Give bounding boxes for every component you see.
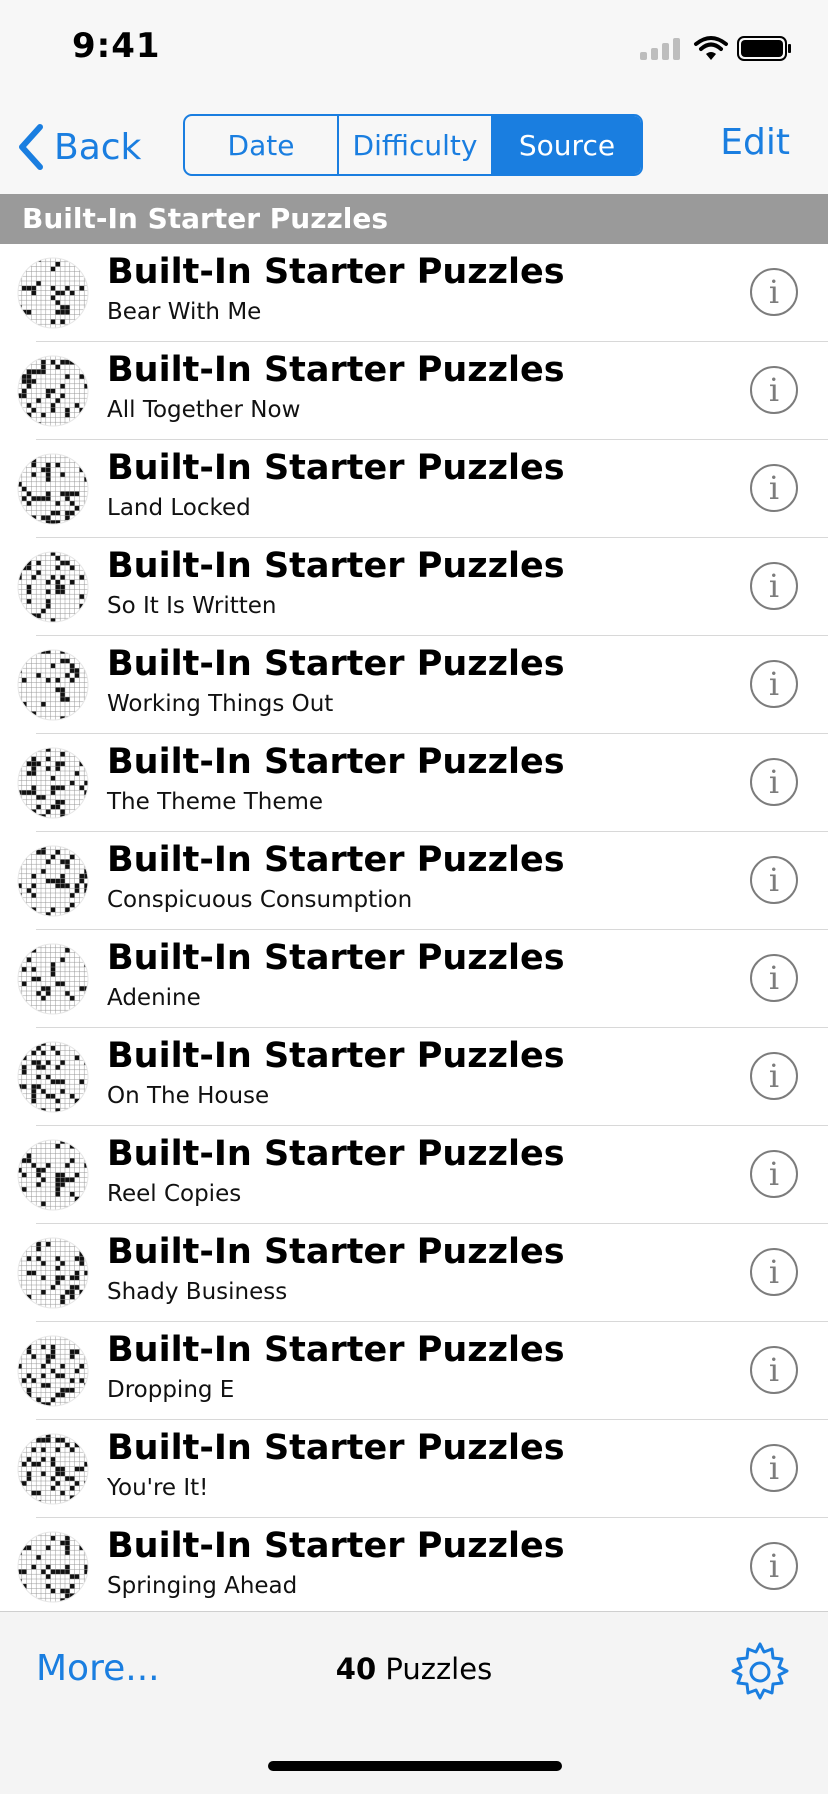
puzzle-subtitle: On The House [107, 1083, 270, 1109]
crossword-grid-icon [17, 1237, 89, 1309]
puzzle-row[interactable]: Built-In Starter Puzzles Shady Business i [17, 1224, 828, 1322]
gear-icon[interactable] [728, 1640, 792, 1704]
back-label: Back [54, 126, 142, 168]
status-icons [640, 36, 791, 61]
crossword-grid-icon [17, 747, 89, 819]
section-header: Built-In Starter Puzzles [0, 194, 828, 244]
puzzle-row[interactable]: Built-In Starter Puzzles Reel Copies i [17, 1126, 828, 1224]
info-icon[interactable]: i [750, 856, 798, 904]
puzzle-row[interactable]: Built-In Starter Puzzles Conspicuous Cons… [17, 832, 828, 930]
puzzle-count-label: Puzzles [376, 1652, 493, 1686]
puzzle-row[interactable]: Built-In Starter Puzzles You're It! i [17, 1420, 828, 1518]
puzzle-subtitle: Working Things Out [107, 691, 334, 717]
edit-button[interactable]: Edit [720, 122, 790, 163]
info-icon[interactable]: i [750, 268, 798, 316]
cellular-signal-icon [640, 38, 680, 60]
puzzle-row[interactable]: Built-In Starter Puzzles Adenine i [17, 930, 828, 1028]
puzzle-subtitle: Adenine [107, 985, 201, 1011]
puzzle-title: Built-In Starter Puzzles [107, 448, 565, 488]
info-icon[interactable]: i [750, 1248, 798, 1296]
puzzle-row[interactable]: Built-In Starter Puzzles So It Is Written… [17, 538, 828, 636]
puzzle-title: Built-In Starter Puzzles [107, 1036, 565, 1076]
crossword-grid-icon [17, 1041, 89, 1113]
info-icon[interactable]: i [750, 1542, 798, 1590]
puzzle-title: Built-In Starter Puzzles [107, 350, 565, 390]
back-button[interactable]: Back [16, 122, 141, 172]
puzzle-title: Built-In Starter Puzzles [107, 742, 565, 782]
crossword-grid-icon [17, 1139, 89, 1211]
crossword-grid-icon [17, 355, 89, 427]
puzzle-title: Built-In Starter Puzzles [107, 1232, 565, 1272]
puzzle-subtitle: You're It! [107, 1475, 209, 1501]
crossword-grid-icon [17, 845, 89, 917]
puzzle-title: Built-In Starter Puzzles [107, 644, 565, 684]
puzzle-title: Built-In Starter Puzzles [107, 1526, 565, 1566]
puzzle-row[interactable]: Built-In Starter Puzzles Land Locked i [17, 440, 828, 538]
wifi-icon [694, 36, 728, 60]
info-icon[interactable]: i [750, 1444, 798, 1492]
puzzle-count-number: 40 [335, 1652, 377, 1686]
segment-date[interactable]: Date [185, 116, 337, 174]
crossword-grid-icon [17, 1335, 89, 1407]
info-icon[interactable]: i [750, 562, 798, 610]
status-bar: 9:41 [0, 0, 828, 100]
sort-segmented-control: Date Difficulty Source [183, 114, 643, 176]
info-icon[interactable]: i [750, 954, 798, 1002]
puzzle-subtitle: Conspicuous Consumption [107, 887, 413, 913]
crossword-grid-icon [17, 943, 89, 1015]
navigation-bar: Back Date Difficulty Source Edit [0, 100, 828, 194]
puzzle-row[interactable]: Built-In Starter Puzzles Springing Ahead i [17, 1518, 828, 1616]
segment-source[interactable]: Source [491, 116, 641, 174]
puzzle-title: Built-In Starter Puzzles [107, 252, 565, 292]
info-icon[interactable]: i [750, 758, 798, 806]
info-icon[interactable]: i [750, 1150, 798, 1198]
status-time: 9:41 [72, 26, 161, 66]
puzzle-title: Built-In Starter Puzzles [107, 1330, 565, 1370]
chevron-left-icon [19, 124, 43, 170]
info-icon[interactable]: i [750, 464, 798, 512]
puzzle-subtitle: Springing Ahead [107, 1573, 298, 1599]
puzzle-subtitle: So It Is Written [107, 593, 277, 619]
segment-difficulty[interactable]: Difficulty [337, 116, 491, 174]
puzzle-row[interactable]: Built-In Starter Puzzles The Theme Theme i [17, 734, 828, 832]
crossword-grid-icon [17, 649, 89, 721]
puzzle-row[interactable]: Built-In Starter Puzzles All Together Now… [17, 342, 828, 440]
puzzle-row[interactable]: Built-In Starter Puzzles Working Things O… [17, 636, 828, 734]
battery-icon [737, 36, 791, 61]
puzzle-subtitle: Shady Business [107, 1279, 288, 1305]
puzzle-title: Built-In Starter Puzzles [107, 938, 565, 978]
puzzle-title: Built-In Starter Puzzles [107, 840, 565, 880]
info-icon[interactable]: i [750, 1346, 798, 1394]
puzzle-row[interactable]: Built-In Starter Puzzles Bear With Me i [17, 244, 828, 342]
puzzle-subtitle: Bear With Me [107, 299, 262, 325]
crossword-grid-icon [17, 453, 89, 525]
puzzle-title: Built-In Starter Puzzles [107, 546, 565, 586]
home-indicator [268, 1761, 562, 1771]
puzzle-title: Built-In Starter Puzzles [107, 1134, 565, 1174]
info-icon[interactable]: i [750, 1052, 798, 1100]
puzzle-subtitle: Land Locked [107, 495, 251, 521]
puzzle-subtitle: Dropping E [107, 1377, 235, 1403]
puzzle-subtitle: The Theme Theme [107, 789, 324, 815]
puzzle-row[interactable]: Built-In Starter Puzzles On The House i [17, 1028, 828, 1126]
puzzle-list: Built-In Starter Puzzles Bear With Me i Bui… [0, 244, 828, 1616]
crossword-grid-icon [17, 551, 89, 623]
crossword-grid-icon [17, 1433, 89, 1505]
puzzle-subtitle: All Together Now [107, 397, 301, 423]
puzzle-title: Built-In Starter Puzzles [107, 1428, 565, 1468]
puzzle-row[interactable]: Built-In Starter Puzzles Dropping E i [17, 1322, 828, 1420]
info-icon[interactable]: i [750, 366, 798, 414]
info-icon[interactable]: i [750, 660, 798, 708]
crossword-grid-icon [17, 1531, 89, 1603]
puzzle-count: 40 Puzzles [0, 1652, 828, 1686]
crossword-grid-icon [17, 257, 89, 329]
puzzle-subtitle: Reel Copies [107, 1181, 242, 1207]
